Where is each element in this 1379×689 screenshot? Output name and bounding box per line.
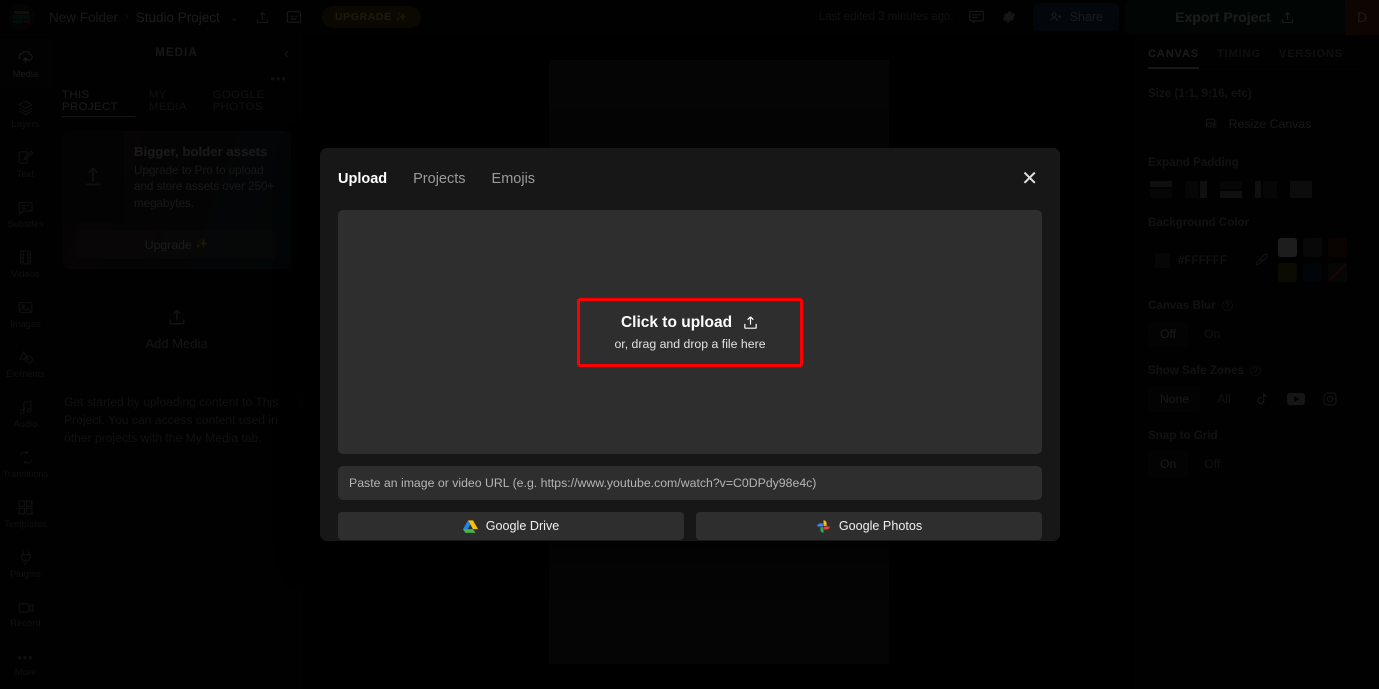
app-root: New Folder › Studio Project ⌄ UPGRADE ✨ … — [0, 0, 1379, 689]
upload-cta: Click to upload — [621, 314, 759, 332]
google-drive-button[interactable]: Google Drive — [338, 512, 684, 540]
close-icon[interactable]: ✕ — [1017, 165, 1042, 193]
upload-dropzone[interactable]: Click to upload or, drag and drop a file… — [338, 210, 1042, 454]
modal-tab-projects[interactable]: Projects — [413, 171, 465, 187]
modal-tab-emojis[interactable]: Emojis — [492, 171, 536, 187]
url-input-placeholder: Paste an image or video URL (e.g. https:… — [349, 476, 817, 490]
upload-modal: Upload Projects Emojis ✕ Click to upload… — [320, 148, 1060, 541]
google-drive-label: Google Drive — [485, 519, 560, 533]
google-photos-button[interactable]: Google Photos — [696, 512, 1042, 540]
upload-highlight-box: Click to upload or, drag and drop a file… — [577, 297, 803, 367]
modal-tab-upload[interactable]: Upload — [338, 171, 387, 187]
upload-icon — [742, 314, 759, 331]
google-drive-icon — [462, 519, 478, 533]
upload-subtitle: or, drag and drop a file here — [614, 336, 766, 351]
modal-source-buttons: Google Drive Google Photos — [338, 512, 1042, 540]
google-photos-icon — [816, 519, 831, 534]
google-photos-label: Google Photos — [838, 519, 923, 533]
modal-header: Upload Projects Emojis ✕ — [338, 148, 1042, 210]
url-input[interactable]: Paste an image or video URL (e.g. https:… — [338, 466, 1042, 500]
upload-cta-label: Click to upload — [620, 313, 733, 331]
